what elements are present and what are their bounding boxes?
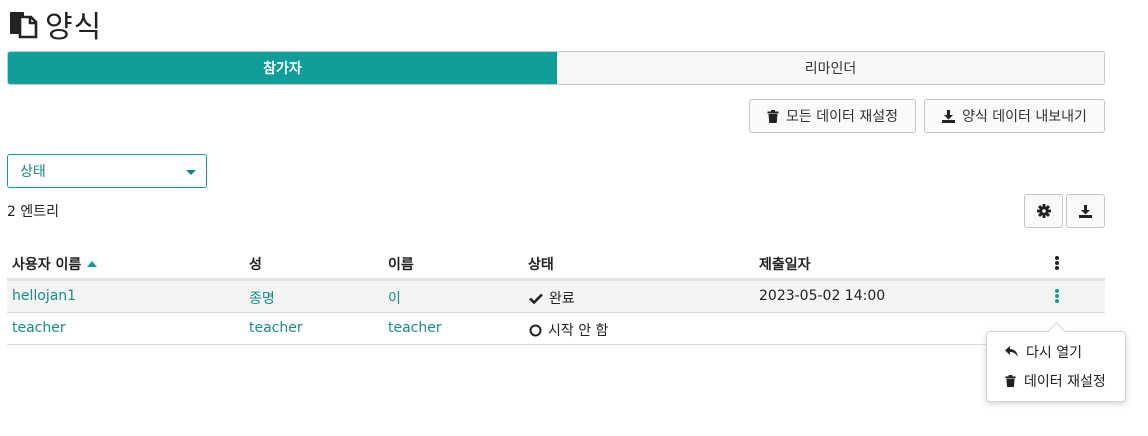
- circle-icon: [529, 324, 542, 336]
- status-label: 시작 안 함: [548, 323, 609, 339]
- column-header-username[interactable]: 사용자 이름: [12, 254, 98, 274]
- column-header-lastname[interactable]: 성: [249, 254, 262, 274]
- export-form-data-label: 양식 데이터 내보내기: [962, 109, 1087, 125]
- tab-reminders[interactable]: 리마인더: [557, 52, 1104, 84]
- reset-all-data-button[interactable]: 모든 데이터 재설정: [749, 99, 916, 133]
- lastname-link[interactable]: teacher: [249, 320, 303, 336]
- column-header-status[interactable]: 상태: [528, 254, 554, 274]
- tab-bar: 참가자 리마인더: [7, 51, 1105, 85]
- forms-icon: [10, 12, 38, 39]
- download-icon: [942, 109, 956, 123]
- status-cell: 완료: [529, 288, 575, 308]
- status-filter-select[interactable]: 상태: [7, 154, 207, 188]
- table-row: hellojan1 종명 이 완료 2023-05-02 14:00: [7, 281, 1105, 313]
- entries-count: 2 엔트리: [7, 204, 59, 220]
- trash-icon: [1005, 375, 1016, 387]
- row-actions-kebab-icon[interactable]: [1052, 289, 1062, 303]
- reply-icon: [1005, 346, 1018, 357]
- username-link[interactable]: hellojan1: [12, 288, 76, 304]
- reset-all-data-label: 모든 데이터 재설정: [786, 109, 898, 125]
- page-header: 양식: [7, 4, 103, 45]
- menu-item-reopen[interactable]: 다시 열기: [1005, 342, 1082, 362]
- status-filter-value: 상태: [20, 164, 46, 180]
- column-header-firstname[interactable]: 이름: [388, 254, 414, 274]
- trash-icon: [767, 109, 779, 123]
- firstname-link[interactable]: teacher: [388, 320, 442, 336]
- gear-icon: [1036, 204, 1051, 218]
- tab-participants[interactable]: 참가자: [8, 52, 557, 84]
- menu-item-reopen-label: 다시 열기: [1026, 345, 1082, 361]
- table-settings-button[interactable]: [1024, 194, 1063, 228]
- table-row: teacher teacher teacher 시작 안 함: [7, 313, 1105, 345]
- check-icon: [529, 293, 543, 304]
- menu-item-reset-data-label: 데이터 재설정: [1024, 374, 1106, 390]
- sort-ascending-icon: [87, 261, 98, 267]
- username-link[interactable]: teacher: [12, 320, 66, 336]
- lastname-link[interactable]: 종명: [249, 288, 275, 308]
- menu-item-reset-data[interactable]: 데이터 재설정: [1005, 371, 1106, 391]
- table-download-button[interactable]: [1066, 194, 1105, 228]
- firstname-link[interactable]: 이: [388, 288, 401, 308]
- page-title: 양식: [45, 10, 103, 45]
- export-form-data-button[interactable]: 양식 데이터 내보내기: [924, 99, 1105, 133]
- column-header-username-label: 사용자 이름: [12, 257, 82, 273]
- download-icon: [1079, 204, 1092, 218]
- submitted-date: 2023-05-02 14:00: [759, 288, 886, 304]
- column-header-submitted[interactable]: 제출일자: [759, 254, 811, 274]
- caret-down-icon: [186, 170, 196, 175]
- column-options-kebab-icon[interactable]: [1052, 256, 1062, 270]
- status-label: 완료: [549, 291, 575, 307]
- row-actions-popover: 다시 열기 데이터 재설정: [986, 322, 1126, 402]
- status-cell: 시작 안 함: [529, 320, 608, 340]
